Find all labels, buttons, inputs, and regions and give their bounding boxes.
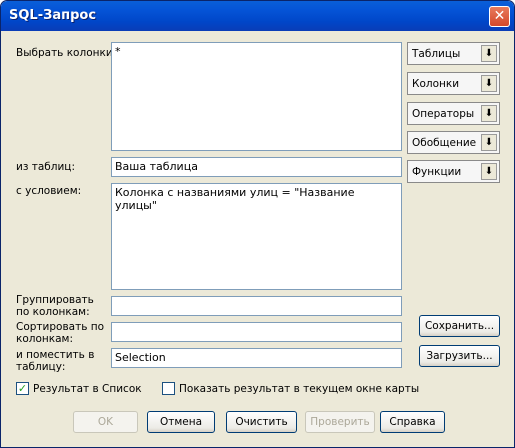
clear-button[interactable]: Очистить xyxy=(226,411,297,433)
result-to-list-label[interactable]: Результат в Список xyxy=(33,383,142,395)
ok-button[interactable]: OK xyxy=(73,411,138,433)
aggregate-dropdown-label: Обобщение xyxy=(412,137,477,149)
dropdown-arrow-icon[interactable]: ⬇ xyxy=(481,75,497,92)
operators-dropdown-label: Операторы xyxy=(412,108,475,120)
columns-dropdown-label: Колонки xyxy=(412,78,460,90)
dropdown-arrow-icon[interactable]: ⬇ xyxy=(481,134,497,151)
tables-field[interactable]: Ваша таблица xyxy=(111,157,402,177)
functions-dropdown[interactable]: Функции ⬇ xyxy=(407,160,500,183)
into-table-label: и поместить в таблицу: xyxy=(16,349,95,373)
select-columns-label: Выбрать колонки: xyxy=(16,47,117,59)
result-to-list-checkbox[interactable]: ✓ xyxy=(16,382,29,395)
tables-dropdown[interactable]: Таблицы ⬇ xyxy=(407,42,500,65)
dropdown-arrow-icon[interactable]: ⬇ xyxy=(481,45,497,62)
operators-dropdown[interactable]: Операторы ⬇ xyxy=(407,102,500,125)
cancel-button[interactable]: Отмена xyxy=(147,411,215,433)
group-by-label: Группировать по колонкам: xyxy=(16,294,94,318)
verify-button[interactable]: Проверить xyxy=(305,411,375,433)
load-button[interactable]: Загрузить... xyxy=(419,345,500,367)
close-button[interactable]: ✕ xyxy=(489,6,510,27)
into-table-field[interactable]: Selection xyxy=(111,348,402,368)
condition-label: с условием: xyxy=(16,185,82,197)
condition-field[interactable]: Колонка с названиями улиц = "Название ул… xyxy=(111,183,402,290)
help-button[interactable]: Справка xyxy=(380,411,445,433)
dropdown-arrow-icon[interactable]: ⬇ xyxy=(481,163,497,180)
group-by-field[interactable] xyxy=(111,296,402,316)
dialog-body: Выбрать колонки: из таблиц: с условием: … xyxy=(1,31,514,447)
tables-dropdown-label: Таблицы xyxy=(412,48,461,60)
window-title: SQL-Запрос xyxy=(9,8,97,23)
show-in-map-label[interactable]: Показать результат в текущем окне карты xyxy=(179,383,419,395)
columns-field[interactable]: * xyxy=(111,42,402,151)
from-tables-label: из таблиц: xyxy=(16,161,75,173)
aggregate-dropdown[interactable]: Обобщение ⬇ xyxy=(407,131,500,154)
dropdown-arrow-icon[interactable]: ⬇ xyxy=(481,105,497,122)
show-in-map-checkbox[interactable] xyxy=(162,382,175,395)
order-by-field[interactable] xyxy=(111,322,402,342)
sql-query-dialog: SQL-Запрос ✕ Выбрать колонки: из таблиц:… xyxy=(0,0,515,448)
save-button[interactable]: Сохранить... xyxy=(419,315,500,337)
title-bar[interactable]: SQL-Запрос ✕ xyxy=(1,1,514,31)
order-by-label: Сортировать по колонкам: xyxy=(16,321,105,345)
functions-dropdown-label: Функции xyxy=(412,166,462,178)
columns-dropdown[interactable]: Колонки ⬇ xyxy=(407,72,500,95)
